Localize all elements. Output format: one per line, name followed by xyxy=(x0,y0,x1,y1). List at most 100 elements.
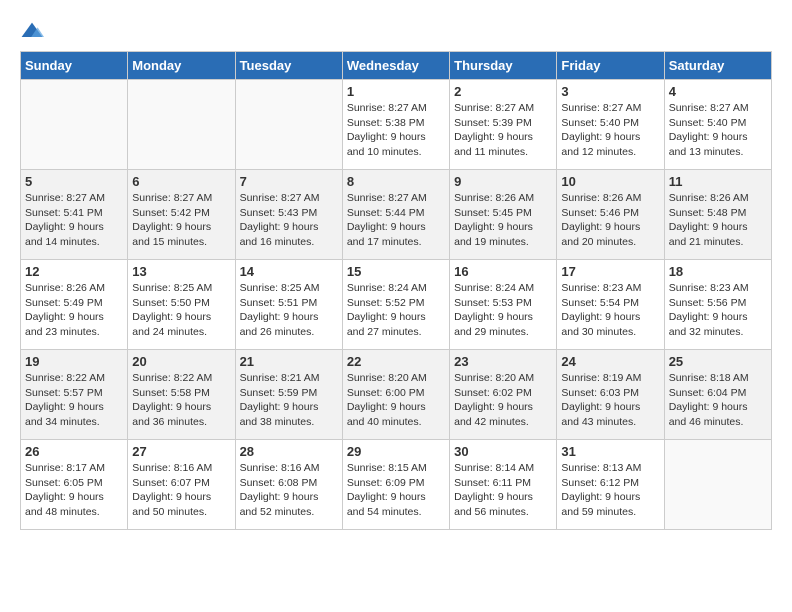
day-number: 26 xyxy=(25,444,123,459)
calendar-cell: 7Sunrise: 8:27 AM Sunset: 5:43 PM Daylig… xyxy=(235,170,342,260)
calendar-cell: 31 Sunrise: 8:13 AM Sunset: 6:12 PM Dayli… xyxy=(557,440,664,530)
day-info: Sunrise: 8:20 AM Sunset: 6:02 PM Dayligh… xyxy=(454,371,552,430)
day-number: 15 xyxy=(347,264,445,279)
calendar-cell: 8 Sunrise: 8:27 AM Sunset: 5:44 PM Daylig… xyxy=(342,170,449,260)
day-number: 4 xyxy=(669,84,767,99)
day-info: Sunrise: 8:16 AM Sunset: 6:08 PM Dayligh… xyxy=(240,461,338,520)
calendar-header-sunday: Sunday xyxy=(21,52,128,80)
day-number: 21 xyxy=(240,354,338,369)
calendar-week-row: 5 Sunrise: 8:27 AM Sunset: 5:41 PM Daylig… xyxy=(21,170,772,260)
day-number: 3 xyxy=(561,84,659,99)
calendar-cell xyxy=(128,80,235,170)
day-number: 28 xyxy=(240,444,338,459)
day-number: 6 xyxy=(132,174,230,189)
calendar-week-row: 19 Sunrise: 8:22 AM Sunset: 5:57 PM Dayli… xyxy=(21,350,772,440)
day-number: 8 xyxy=(347,174,445,189)
day-info: Sunrise: 8:24 AM Sunset: 5:52 PM Dayligh… xyxy=(347,281,445,340)
day-info: Sunrise: 8:26 AM Sunset: 5:48 PM Dayligh… xyxy=(669,191,767,250)
day-number: 19 xyxy=(25,354,123,369)
calendar-cell: 16 Sunrise: 8:24 AM Sunset: 5:53 PM Dayli… xyxy=(450,260,557,350)
header xyxy=(20,20,772,41)
day-info: Sunrise: 8:26 AM Sunset: 5:46 PM Dayligh… xyxy=(561,191,659,250)
day-info: Sunrise: 8:27 AM Sunset: 5:40 PM Dayligh… xyxy=(669,101,767,160)
day-number: 10 xyxy=(561,174,659,189)
day-number: 22 xyxy=(347,354,445,369)
day-number: 23 xyxy=(454,354,552,369)
calendar-cell: 28 Sunrise: 8:16 AM Sunset: 6:08 PM Dayli… xyxy=(235,440,342,530)
day-number: 16 xyxy=(454,264,552,279)
day-info: Sunrise: 8:23 AM Sunset: 5:54 PM Dayligh… xyxy=(561,281,659,340)
calendar-cell: 20 Sunrise: 8:22 AM Sunset: 5:58 PM Dayli… xyxy=(128,350,235,440)
day-info: Sunrise: 8:13 AM Sunset: 6:12 PM Dayligh… xyxy=(561,461,659,520)
day-info: Sunrise: 8:25 AM Sunset: 5:50 PM Dayligh… xyxy=(132,281,230,340)
calendar-cell: 11 Sunrise: 8:26 AM Sunset: 5:48 PM Dayli… xyxy=(664,170,771,260)
day-info: Sunrise: 8:27 AM Sunset: 5:39 PM Dayligh… xyxy=(454,101,552,160)
day-number: 25 xyxy=(669,354,767,369)
calendar-cell xyxy=(21,80,128,170)
calendar-header-monday: Monday xyxy=(128,52,235,80)
day-number: 11 xyxy=(669,174,767,189)
day-info: Sunrise: 8:27 AM Sunset: 5:42 PM Dayligh… xyxy=(132,191,230,250)
calendar-header-row: SundayMondayTuesdayWednesdayThursdayFrid… xyxy=(21,52,772,80)
calendar-cell xyxy=(235,80,342,170)
day-number: 24 xyxy=(561,354,659,369)
calendar-header-thursday: Thursday xyxy=(450,52,557,80)
day-info: Sunrise: 8:15 AM Sunset: 6:09 PM Dayligh… xyxy=(347,461,445,520)
calendar-header-saturday: Saturday xyxy=(664,52,771,80)
calendar-header-wednesday: Wednesday xyxy=(342,52,449,80)
calendar-cell: 30Sunrise: 8:14 AM Sunset: 6:11 PM Dayli… xyxy=(450,440,557,530)
day-info: Sunrise: 8:22 AM Sunset: 5:57 PM Dayligh… xyxy=(25,371,123,430)
day-info: Sunrise: 8:22 AM Sunset: 5:58 PM Dayligh… xyxy=(132,371,230,430)
day-info: Sunrise: 8:16 AM Sunset: 6:07 PM Dayligh… xyxy=(132,461,230,520)
day-number: 2 xyxy=(454,84,552,99)
calendar-cell: 19 Sunrise: 8:22 AM Sunset: 5:57 PM Dayli… xyxy=(21,350,128,440)
calendar-week-row: 26 Sunrise: 8:17 AM Sunset: 6:05 PM Dayli… xyxy=(21,440,772,530)
day-info: Sunrise: 8:24 AM Sunset: 5:53 PM Dayligh… xyxy=(454,281,552,340)
day-number: 29 xyxy=(347,444,445,459)
calendar-cell: 18Sunrise: 8:23 AM Sunset: 5:56 PM Dayli… xyxy=(664,260,771,350)
calendar-week-row: 12 Sunrise: 8:26 AM Sunset: 5:49 PM Dayli… xyxy=(21,260,772,350)
calendar-cell: 10 Sunrise: 8:26 AM Sunset: 5:46 PM Dayli… xyxy=(557,170,664,260)
calendar-cell: 21Sunrise: 8:21 AM Sunset: 5:59 PM Dayli… xyxy=(235,350,342,440)
calendar-cell: 13Sunrise: 8:25 AM Sunset: 5:50 PM Dayli… xyxy=(128,260,235,350)
calendar-cell: 15 Sunrise: 8:24 AM Sunset: 5:52 PM Dayli… xyxy=(342,260,449,350)
calendar-cell xyxy=(664,440,771,530)
day-info: Sunrise: 8:27 AM Sunset: 5:44 PM Dayligh… xyxy=(347,191,445,250)
day-info: Sunrise: 8:23 AM Sunset: 5:56 PM Dayligh… xyxy=(669,281,767,340)
calendar-cell: 23 Sunrise: 8:20 AM Sunset: 6:02 PM Dayli… xyxy=(450,350,557,440)
day-info: Sunrise: 8:27 AM Sunset: 5:41 PM Dayligh… xyxy=(25,191,123,250)
logo-icon xyxy=(20,21,44,41)
day-info: Sunrise: 8:26 AM Sunset: 5:45 PM Dayligh… xyxy=(454,191,552,250)
day-number: 31 xyxy=(561,444,659,459)
logo xyxy=(20,20,48,41)
calendar-cell: 17 Sunrise: 8:23 AM Sunset: 5:54 PM Dayli… xyxy=(557,260,664,350)
calendar-week-row: 1Sunrise: 8:27 AM Sunset: 5:38 PM Daylig… xyxy=(21,80,772,170)
day-info: Sunrise: 8:20 AM Sunset: 6:00 PM Dayligh… xyxy=(347,371,445,430)
calendar-cell: 22 Sunrise: 8:20 AM Sunset: 6:00 PM Dayli… xyxy=(342,350,449,440)
day-number: 17 xyxy=(561,264,659,279)
day-number: 20 xyxy=(132,354,230,369)
day-info: Sunrise: 8:18 AM Sunset: 6:04 PM Dayligh… xyxy=(669,371,767,430)
calendar-cell: 5 Sunrise: 8:27 AM Sunset: 5:41 PM Daylig… xyxy=(21,170,128,260)
day-number: 9 xyxy=(454,174,552,189)
day-number: 30 xyxy=(454,444,552,459)
day-info: Sunrise: 8:27 AM Sunset: 5:38 PM Dayligh… xyxy=(347,101,445,160)
calendar-cell: 26 Sunrise: 8:17 AM Sunset: 6:05 PM Dayli… xyxy=(21,440,128,530)
calendar-table: SundayMondayTuesdayWednesdayThursdayFrid… xyxy=(20,51,772,530)
calendar-cell: 25 Sunrise: 8:18 AM Sunset: 6:04 PM Dayli… xyxy=(664,350,771,440)
calendar-cell: 2 Sunrise: 8:27 AM Sunset: 5:39 PM Daylig… xyxy=(450,80,557,170)
day-info: Sunrise: 8:27 AM Sunset: 5:40 PM Dayligh… xyxy=(561,101,659,160)
calendar-cell: 14Sunrise: 8:25 AM Sunset: 5:51 PM Dayli… xyxy=(235,260,342,350)
day-number: 5 xyxy=(25,174,123,189)
calendar-cell: 6 Sunrise: 8:27 AM Sunset: 5:42 PM Daylig… xyxy=(128,170,235,260)
calendar-cell: 29 Sunrise: 8:15 AM Sunset: 6:09 PM Dayli… xyxy=(342,440,449,530)
day-info: Sunrise: 8:19 AM Sunset: 6:03 PM Dayligh… xyxy=(561,371,659,430)
calendar-cell: 4 Sunrise: 8:27 AM Sunset: 5:40 PM Daylig… xyxy=(664,80,771,170)
day-info: Sunrise: 8:27 AM Sunset: 5:43 PM Dayligh… xyxy=(240,191,338,250)
day-info: Sunrise: 8:26 AM Sunset: 5:49 PM Dayligh… xyxy=(25,281,123,340)
day-number: 27 xyxy=(132,444,230,459)
calendar-body: 1Sunrise: 8:27 AM Sunset: 5:38 PM Daylig… xyxy=(21,80,772,530)
day-number: 12 xyxy=(25,264,123,279)
calendar-header-tuesday: Tuesday xyxy=(235,52,342,80)
day-info: Sunrise: 8:17 AM Sunset: 6:05 PM Dayligh… xyxy=(25,461,123,520)
